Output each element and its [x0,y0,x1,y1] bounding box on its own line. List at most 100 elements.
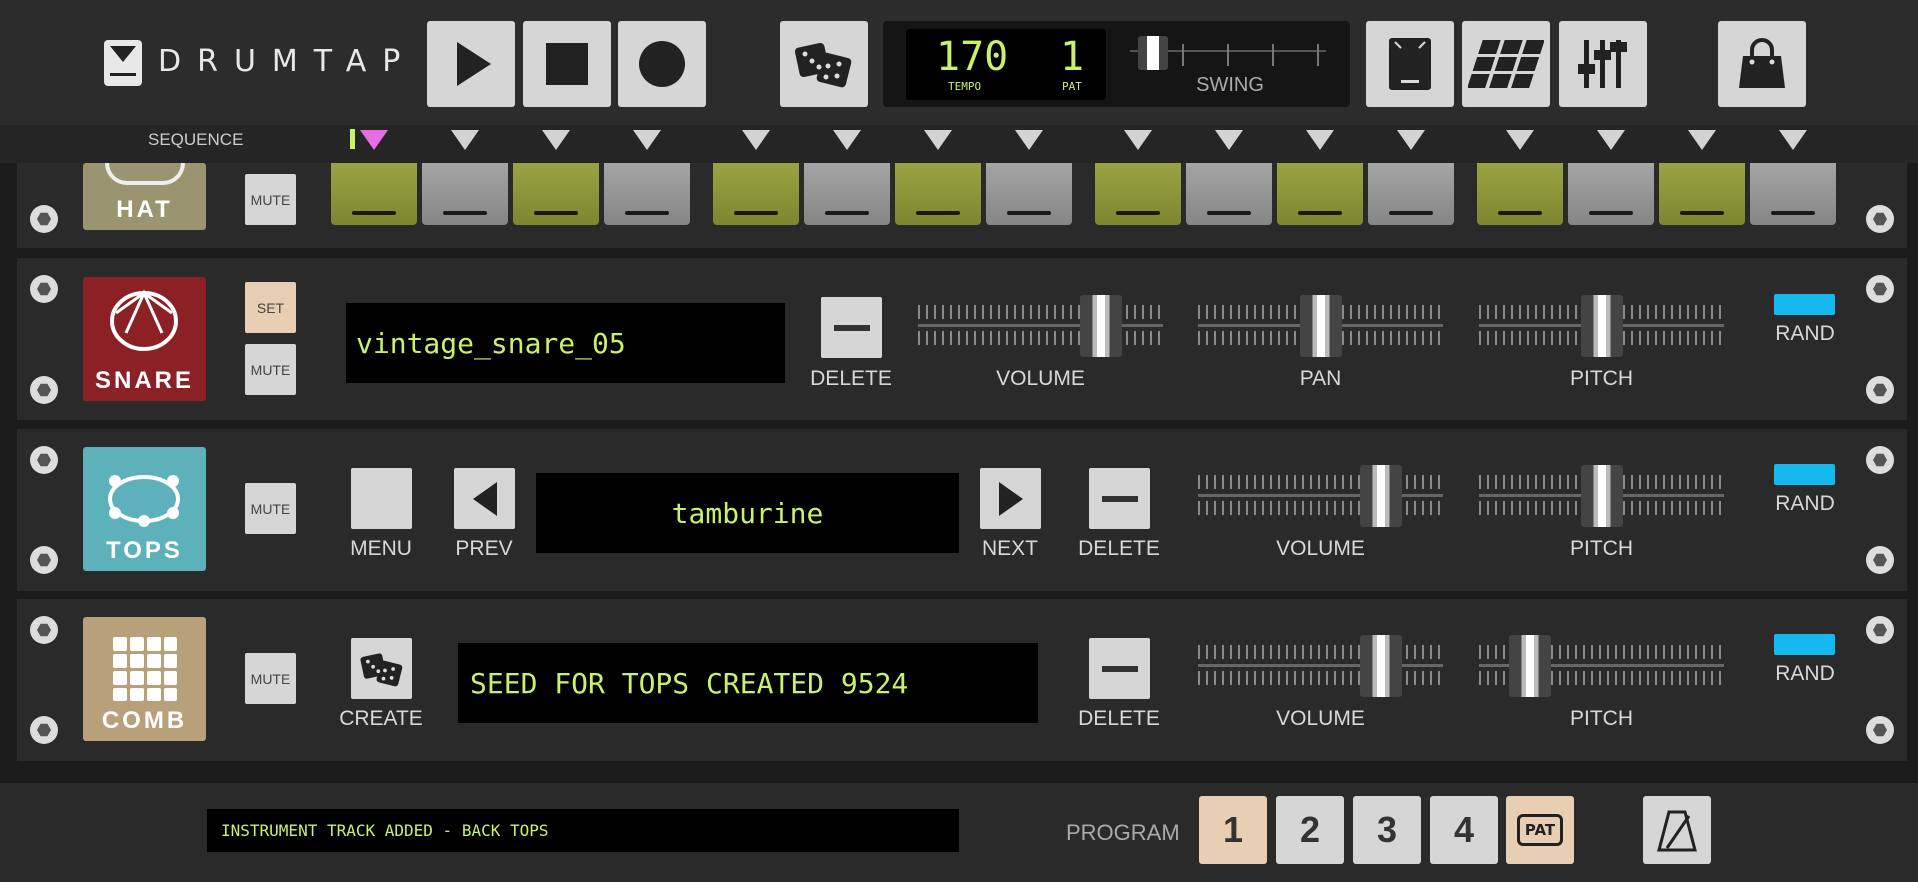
status-message: INSTRUMENT TRACK ADDED - BACK TOPS [207,809,959,852]
step-indicator [1589,211,1633,215]
step-marker-1[interactable] [360,130,388,150]
snare-volume-knob[interactable] [1080,295,1122,357]
snare-pitch-slider[interactable] [1479,295,1724,357]
pattern-value[interactable]: 1 [1060,34,1084,80]
snare-pan-slider[interactable] [1198,295,1443,357]
tops-prev-button[interactable] [454,468,515,529]
comb-pitch-knob[interactable] [1509,635,1551,697]
snare-instrument-button[interactable]: SNARE [83,277,206,401]
snare-pitch-knob[interactable] [1581,295,1623,357]
comb-delete-button[interactable] [1089,638,1150,699]
stop-button[interactable] [523,21,611,107]
hat-instrument-button[interactable]: HAT [83,163,206,230]
hat-step-2[interactable] [422,163,508,225]
step-marker-3[interactable] [542,130,570,150]
step-marker-5[interactable] [742,130,770,150]
hat-step-15[interactable] [1659,163,1745,225]
tops-next-button[interactable] [980,468,1041,529]
tops-pitch-knob[interactable] [1581,465,1623,527]
snare-volume-slider[interactable] [918,295,1163,357]
store-button[interactable] [1718,21,1806,107]
step-marker-12[interactable] [1397,130,1425,150]
program-label: PROGRAM [1066,820,1180,845]
hat-step-5[interactable] [713,163,799,225]
program-slot-4[interactable]: 4 [1430,796,1498,864]
tops-mute-button[interactable]: MUTE [245,483,296,534]
record-icon [639,41,685,87]
play-button[interactable] [427,21,515,107]
step-marker-4[interactable] [633,130,661,150]
hat-step-14[interactable] [1568,163,1654,225]
swing-knob[interactable] [1138,36,1168,70]
randomize-button[interactable] [780,21,868,107]
tops-volume-knob[interactable] [1360,465,1402,527]
tops-pitch-slider[interactable] [1479,465,1724,527]
snare-pan-knob[interactable] [1300,295,1342,357]
tops-delete-button[interactable] [1089,468,1150,529]
step-marker-10[interactable] [1215,130,1243,150]
hat-step-7[interactable] [895,163,981,225]
record-button[interactable] [618,21,706,107]
comb-create-label: CREATE [339,707,423,730]
hat-step-12[interactable] [1368,163,1454,225]
comb-volume-knob[interactable] [1360,635,1402,697]
step-marker-15[interactable] [1688,130,1716,150]
sequence-bar: SEQUENCE [0,125,1918,163]
step-indicator [1389,211,1433,215]
step-marker-6[interactable] [833,130,861,150]
step-marker-7[interactable] [924,130,952,150]
hat-step-6[interactable] [804,163,890,225]
tops-instrument-button[interactable]: TOPS [83,447,206,571]
snare-label: SNARE [94,367,194,394]
step-marker-14[interactable] [1597,130,1625,150]
step-marker-13[interactable] [1506,130,1534,150]
comb-instrument-button[interactable]: COMB [83,617,206,741]
step-marker-11[interactable] [1306,130,1334,150]
comb-rand-toggle[interactable] [1774,634,1835,655]
snare-mute-button[interactable]: MUTE [245,344,296,395]
hat-mute-button[interactable]: MUTE [245,174,296,225]
program-slot-3[interactable]: 3 [1353,796,1421,864]
metronome-button[interactable] [1643,796,1711,864]
playhead-marker [350,129,355,149]
screw-icon [1866,616,1894,644]
step-marker-8[interactable] [1015,130,1043,150]
hat-step-8[interactable] [986,163,1072,225]
step-marker-16[interactable] [1779,130,1807,150]
comb-create-button[interactable] [351,638,412,699]
tops-menu-button[interactable] [351,468,412,529]
step-indicator [916,211,960,215]
tempo-value[interactable]: 170 [936,34,1008,80]
device-button[interactable] [1366,21,1454,107]
tops-volume-slider[interactable] [1198,465,1443,527]
comb-pitch-slider[interactable] [1479,635,1724,697]
hat-step-16[interactable] [1750,163,1836,225]
hat-step-1[interactable] [331,163,417,225]
snare-set-button[interactable]: SET [245,282,296,333]
tops-rand-toggle[interactable] [1774,464,1835,485]
step-indicator [352,211,396,215]
hat-step-13[interactable] [1477,163,1563,225]
program-slot-2[interactable]: 2 [1276,796,1344,864]
hat-step-10[interactable] [1186,163,1272,225]
hat-step-11[interactable] [1277,163,1363,225]
mixer-button[interactable] [1559,21,1647,107]
hat-step-9[interactable] [1095,163,1181,225]
snare-delete-button[interactable] [821,297,882,358]
hat-step-3[interactable] [513,163,599,225]
pattern-loop-icon: PAT [1517,814,1563,846]
swing-slider[interactable] [1130,36,1326,72]
grid-button[interactable] [1462,21,1550,107]
tops-sample-name: tamburine [536,473,959,553]
program-slot-1[interactable]: 1 [1199,796,1267,864]
comb-volume-slider[interactable] [1198,635,1443,697]
mixer-icon [1578,40,1627,88]
snare-rand-toggle[interactable] [1774,294,1835,315]
comb-mute-button[interactable]: MUTE [245,653,296,704]
tops-volume-label: VOLUME [1276,537,1365,560]
step-marker-9[interactable] [1124,130,1152,150]
grid-icon [1468,40,1544,88]
hat-step-4[interactable] [604,163,690,225]
step-marker-2[interactable] [451,130,479,150]
pattern-loop-button[interactable]: PAT [1506,796,1574,864]
